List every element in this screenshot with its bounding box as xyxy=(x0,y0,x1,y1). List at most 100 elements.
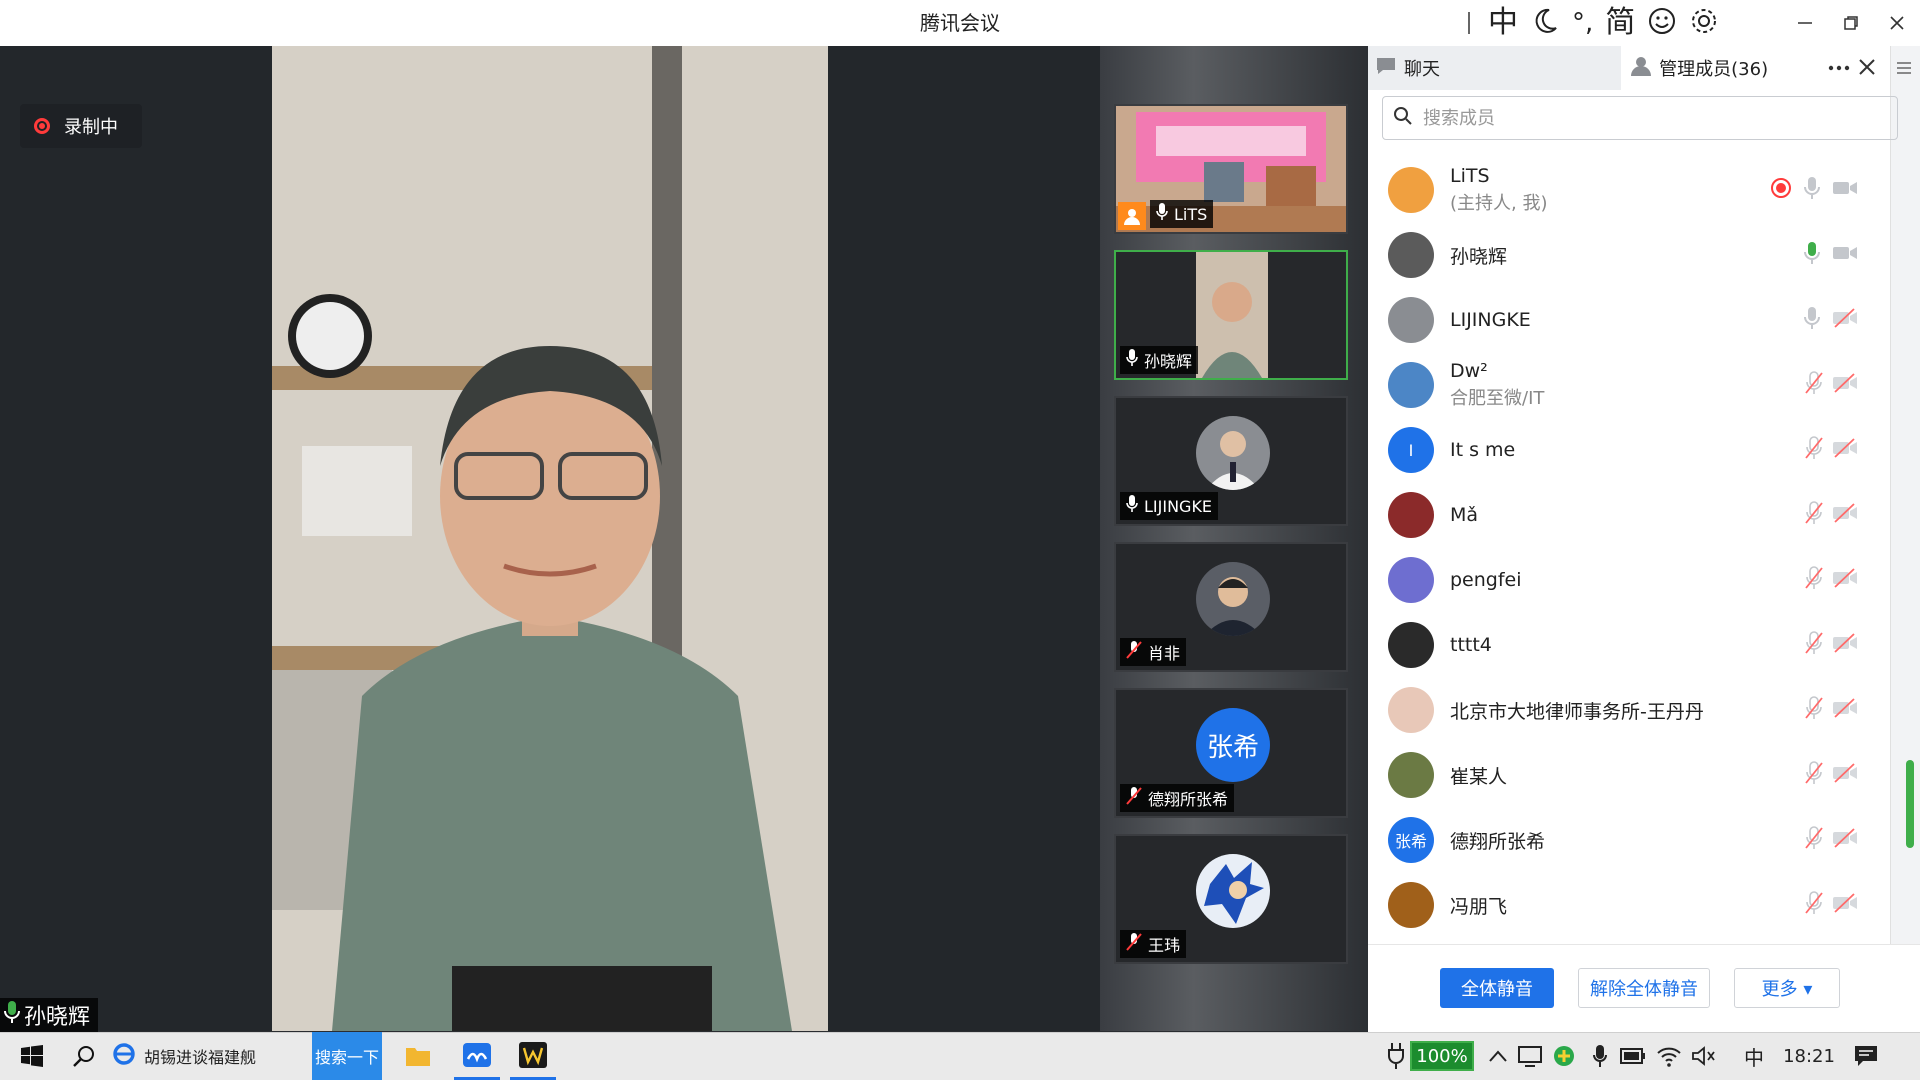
camera-off-icon[interactable] xyxy=(1832,308,1858,332)
camera-off-icon[interactable] xyxy=(1832,503,1858,527)
mic-on-icon[interactable] xyxy=(1804,241,1820,269)
camera-off-icon[interactable] xyxy=(1832,698,1858,722)
gallery-tile[interactable]: 王玮 xyxy=(1114,834,1348,964)
record-icon xyxy=(1770,177,1792,203)
search-go-button[interactable]: 搜索一下 xyxy=(312,1032,382,1080)
language-indicator[interactable]: 中 xyxy=(1744,1032,1764,1080)
mic-icon[interactable] xyxy=(1804,306,1820,334)
wifi-icon[interactable] xyxy=(1654,1032,1684,1080)
mic-muted-icon[interactable] xyxy=(1804,436,1824,464)
folder-icon[interactable] xyxy=(398,1032,438,1080)
ie-search-box[interactable]: 胡锡进谈福建舰 xyxy=(112,1032,308,1080)
mic-muted-icon xyxy=(1126,641,1142,663)
speaker-video[interactable] xyxy=(272,46,828,1031)
windows-start-icon[interactable] xyxy=(12,1032,52,1080)
member-row[interactable]: 北京市大地律师事务所-王丹丹 xyxy=(1368,680,1880,740)
member-row[interactable]: LIJINGKE xyxy=(1368,290,1880,350)
recording-indicator[interactable]: 录制中 xyxy=(20,104,142,148)
speaker-name-tag: 孙晓辉 xyxy=(0,998,99,1032)
camera-icon[interactable] xyxy=(1832,244,1858,266)
more-options-button[interactable] xyxy=(1828,50,1856,86)
restore-button[interactable] xyxy=(1828,0,1874,46)
screen-sync-icon[interactable] xyxy=(1516,1032,1544,1080)
camera-off-icon[interactable] xyxy=(1832,633,1858,657)
avatar xyxy=(1196,854,1270,928)
avatar xyxy=(1388,752,1434,798)
member-row[interactable]: 孙晓辉 xyxy=(1368,225,1880,285)
member-row[interactable]: pengfei xyxy=(1368,550,1880,610)
chevron-up-icon[interactable] xyxy=(1486,1032,1510,1080)
app-tray-icon[interactable] xyxy=(1550,1032,1578,1080)
clock[interactable]: 18:21 xyxy=(1772,1032,1846,1080)
member-search[interactable] xyxy=(1382,96,1898,140)
gallery-tile[interactable]: LiTS xyxy=(1114,104,1348,234)
member-list-scrollbar[interactable] xyxy=(1906,760,1914,848)
camera-off-icon[interactable] xyxy=(1832,763,1858,787)
search-icon[interactable] xyxy=(64,1032,104,1080)
gallery-tile[interactable]: LIJINGKE xyxy=(1114,396,1348,526)
mute-all-button[interactable]: 全体静音 xyxy=(1440,968,1554,1008)
camera-off-icon[interactable] xyxy=(1832,828,1858,852)
member-name: 崔某人 xyxy=(1450,765,1508,788)
member-row[interactable]: 冯朋飞 xyxy=(1368,875,1880,935)
wps-taskbar-icon[interactable] xyxy=(510,1032,556,1080)
member-row[interactable]: Dw² 合肥至微/IT xyxy=(1368,355,1880,415)
battery-percent[interactable]: 100% xyxy=(1410,1041,1474,1071)
search-input[interactable] xyxy=(1421,106,1885,130)
avatar xyxy=(1388,362,1434,408)
ime-mode-indicator[interactable]: 中 xyxy=(1488,0,1518,46)
member-name-block: pengfei xyxy=(1450,569,1522,591)
member-row[interactable]: LiTS (主持人, 我) xyxy=(1368,160,1880,220)
camera-off-icon[interactable] xyxy=(1832,438,1858,462)
tencent-meeting-taskbar-icon[interactable] xyxy=(454,1032,500,1080)
unmute-all-button[interactable]: 解除全体静音 xyxy=(1578,968,1710,1008)
member-name: Mǎ xyxy=(1450,504,1479,526)
member-row[interactable]: 张希 德翔所张希 xyxy=(1368,810,1880,870)
camera-off-icon[interactable] xyxy=(1832,373,1858,397)
mic-muted-icon[interactable] xyxy=(1804,631,1824,659)
member-row[interactable]: tttt4 xyxy=(1368,615,1880,675)
member-name-block: LiTS (主持人, 我) xyxy=(1450,165,1548,215)
volume-muted-icon[interactable] xyxy=(1690,1032,1718,1080)
member-row[interactable]: I It s me xyxy=(1368,420,1880,480)
avatar xyxy=(1196,416,1270,490)
mic-muted-icon[interactable] xyxy=(1804,566,1824,594)
gallery-tile[interactable]: 肖非 xyxy=(1114,542,1348,672)
member-row[interactable]: 崔某人 xyxy=(1368,745,1880,805)
gallery-tile[interactable]: 张希 德翔所张希 xyxy=(1114,688,1348,818)
camera-icon[interactable] xyxy=(1832,179,1858,201)
mic-icon[interactable] xyxy=(1804,176,1820,204)
emoji-icon[interactable] xyxy=(1647,6,1677,40)
mic-muted-icon[interactable] xyxy=(1804,826,1824,854)
mic-muted-icon[interactable] xyxy=(1804,761,1824,789)
mic-muted-icon[interactable] xyxy=(1804,501,1824,529)
close-button[interactable] xyxy=(1874,0,1920,46)
tab-chat[interactable]: 聊天 xyxy=(1368,46,1622,90)
mic-muted-icon[interactable] xyxy=(1804,696,1824,724)
panel-close-button[interactable] xyxy=(1858,58,1878,78)
more-button[interactable]: 更多 ▾ xyxy=(1734,968,1840,1008)
microphone-icon[interactable] xyxy=(1588,1032,1612,1080)
tile-label: 肖非 xyxy=(1120,638,1187,666)
battery-icon[interactable] xyxy=(1618,1032,1648,1080)
mic-muted-icon[interactable] xyxy=(1804,371,1824,399)
moon-icon[interactable] xyxy=(1530,6,1560,40)
member-name-block: Mǎ xyxy=(1450,504,1478,526)
speaker-video-illustration xyxy=(272,46,828,1031)
member-name-block: 冯朋飞 xyxy=(1450,892,1507,919)
ime-separator xyxy=(1468,12,1470,34)
power-plug-icon[interactable] xyxy=(1384,1032,1408,1080)
menu-icon[interactable] xyxy=(1896,60,1914,76)
member-row[interactable]: Mǎ xyxy=(1368,485,1880,545)
member-name: 北京市大地律师事务所-王丹丹 xyxy=(1450,700,1704,723)
minimize-button[interactable] xyxy=(1782,0,1828,46)
camera-off-icon[interactable] xyxy=(1832,568,1858,592)
ime-punct-indicator[interactable]: °, xyxy=(1572,0,1593,46)
avatar xyxy=(1388,492,1434,538)
notification-icon[interactable] xyxy=(1846,1032,1886,1080)
camera-off-icon[interactable] xyxy=(1832,893,1858,917)
gallery-tile[interactable]: 孙晓辉 xyxy=(1114,250,1348,380)
mic-muted-icon[interactable] xyxy=(1804,891,1824,919)
gear-icon[interactable] xyxy=(1689,6,1719,40)
ime-script-indicator[interactable]: 简 xyxy=(1605,0,1635,46)
